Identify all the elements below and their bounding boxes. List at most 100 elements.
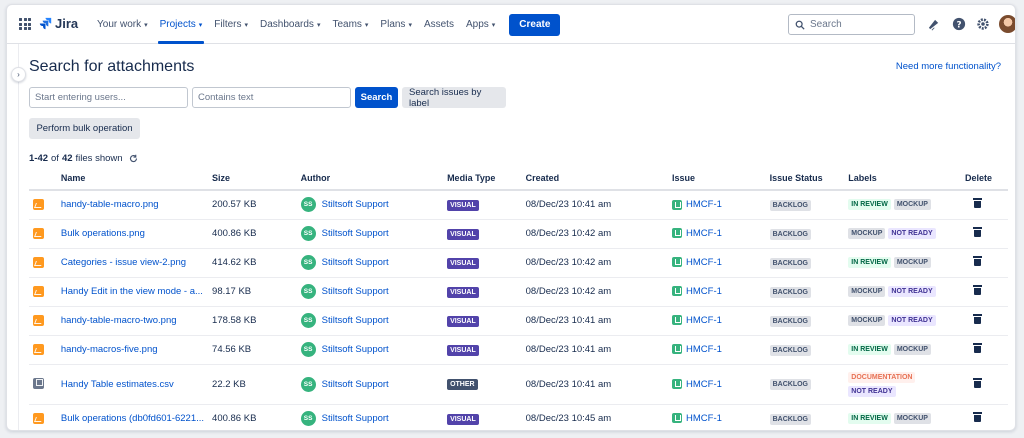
author-link[interactable]: Stiltsoft Support [322,228,389,239]
label-badge[interactable]: NOT READY [888,315,936,326]
nav-item-label: Projects [159,19,196,30]
header-issue-status[interactable]: Issue Status [765,167,845,191]
attachment-name-link[interactable]: Bulk operations.png [61,228,145,239]
header-issue[interactable]: Issue [668,167,766,191]
nav-item-projects[interactable]: Projects ▾ [154,5,209,44]
nav-item-plans[interactable]: Plans ▾ [374,5,418,44]
label-badge[interactable]: NOT READY [848,385,896,397]
jira-logo[interactable]: Jira [39,16,78,31]
label-badge[interactable]: MOCKUP [893,257,931,268]
create-button[interactable]: Create [509,13,561,36]
author-avatar: SS [300,342,316,357]
refresh-icon[interactable] [129,154,138,163]
label-badge[interactable]: MOCKUP [848,228,886,239]
nav-item-assets[interactable]: Assets [418,5,460,44]
header-name[interactable]: Name [56,167,209,191]
search-by-label-button[interactable]: Search issues by label [402,87,506,109]
notifications-icon[interactable] [925,16,941,32]
issue-link[interactable]: HMCF-1 [686,228,722,239]
header-size[interactable]: Size [208,167,297,191]
created-cell: 08/Dec/23 10:41 am [521,306,669,336]
search-button[interactable]: Search [355,87,398,108]
issue-link[interactable]: HMCF-1 [686,286,722,297]
trash-icon[interactable] [973,285,983,295]
issue-link[interactable]: HMCF-1 [686,315,722,326]
label-badge[interactable]: IN REVIEW [848,413,891,424]
label-badge[interactable]: IN REVIEW [848,199,891,211]
trash-icon[interactable] [973,198,983,209]
nav-item-teams[interactable]: Teams ▾ [326,5,374,44]
author-link[interactable]: Stiltsoft Support [322,286,389,297]
chevron-down-icon: ▾ [491,21,496,29]
trash-icon[interactable] [973,256,983,266]
media-type-badge: VISUAL [447,344,479,356]
label-badge[interactable]: MOCKUP [848,315,886,326]
issue-link[interactable]: HMCF-1 [686,413,722,424]
nav-item-dashboards[interactable]: Dashboards ▾ [254,5,326,44]
label-badge[interactable]: MOCKUP [893,199,931,211]
attachment-name-link[interactable]: Handy Edit in the view mode - a... [61,286,203,297]
attachment-name-link[interactable]: handy-macros-five.png [61,344,158,355]
label-badge[interactable]: IN REVIEW [848,257,891,268]
author-cell: SS Stiltsoft Support [296,364,444,405]
issue-link[interactable]: HMCF-1 [686,379,722,390]
status-badge: BACKLOG [769,257,811,269]
author-link[interactable]: Stiltsoft Support [322,379,389,390]
expand-sidebar-chevron-icon[interactable]: › [11,67,26,82]
settings-gear-icon[interactable] [975,16,991,32]
trash-icon[interactable] [973,412,983,422]
attachment-name-link[interactable]: Bulk operations (db0fd601-6221... [61,413,204,424]
header-media-type[interactable]: Media Type [443,167,522,191]
user-avatar[interactable] [999,15,1015,33]
trash-icon[interactable] [973,227,983,237]
app-switcher-icon[interactable] [19,18,31,30]
label-badge[interactable]: MOCKUP [893,344,931,355]
nav-item-apps[interactable]: Apps ▾ [460,5,501,44]
attachment-name-link[interactable]: Handy Table estimates.csv [61,379,174,390]
image-file-icon [33,199,44,211]
issue-link[interactable]: HMCF-1 [686,199,722,210]
table-row: handy-table-macro-two.png 178.58 KB SS St… [29,306,1008,336]
trash-icon[interactable] [973,314,983,324]
author-link[interactable]: Stiltsoft Support [322,315,389,326]
author-link[interactable]: Stiltsoft Support [322,344,389,355]
chevron-down-icon: ▾ [316,21,321,29]
label-badge[interactable]: DOCUMENTATION [848,371,916,383]
label-badge[interactable]: IN REVIEW [848,344,891,355]
author-link[interactable]: Stiltsoft Support [322,413,389,424]
header-labels[interactable]: Labels [844,167,962,191]
contains-text-input[interactable]: Contains text [192,87,351,108]
author-link[interactable]: Stiltsoft Support [322,257,389,268]
bulk-operation-button[interactable]: Perform bulk operation [29,118,140,139]
trash-icon[interactable] [973,377,983,388]
nav-item-your-work[interactable]: Your work ▾ [91,5,154,44]
header-author[interactable]: Author [296,167,444,191]
global-search-input[interactable]: Search [788,14,915,35]
help-icon[interactable]: ? [951,16,967,32]
issue-link[interactable]: HMCF-1 [686,344,722,355]
more-functionality-link[interactable]: Need more functionality? [896,61,1001,72]
delete-cell [961,364,1008,405]
issue-cell: HMCF-1 [668,364,766,405]
attachment-name-link[interactable]: Categories - issue view-2.png [61,257,186,268]
issue-link[interactable]: HMCF-1 [686,257,722,268]
created-cell: 08/Dec/23 10:41 am [521,335,669,365]
header-icon [29,167,57,191]
attachment-name-link[interactable]: handy-table-macro.png [61,199,159,210]
nav-item-filters[interactable]: Filters ▾ [208,5,254,44]
author-link[interactable]: Stiltsoft Support [322,199,389,210]
label-badge[interactable]: MOCKUP [848,286,886,297]
media-type-badge: VISUAL [447,257,479,269]
top-navigation: Jira Your work ▾ Projects ▾ Filters ▾ Dashboar… [7,5,1015,44]
users-input[interactable]: Start entering users... [29,87,188,108]
header-created[interactable]: Created [521,167,669,191]
file-type-cell [29,364,57,405]
created-cell: 08/Dec/23 10:41 am [521,364,669,405]
story-issue-icon [672,413,683,424]
image-file-icon [33,343,44,355]
trash-icon[interactable] [973,343,983,353]
label-badge[interactable]: MOCKUP [893,413,931,424]
label-badge[interactable]: NOT READY [888,228,936,239]
attachment-name-link[interactable]: handy-table-macro-two.png [61,315,177,326]
label-badge[interactable]: NOT READY [888,286,936,297]
